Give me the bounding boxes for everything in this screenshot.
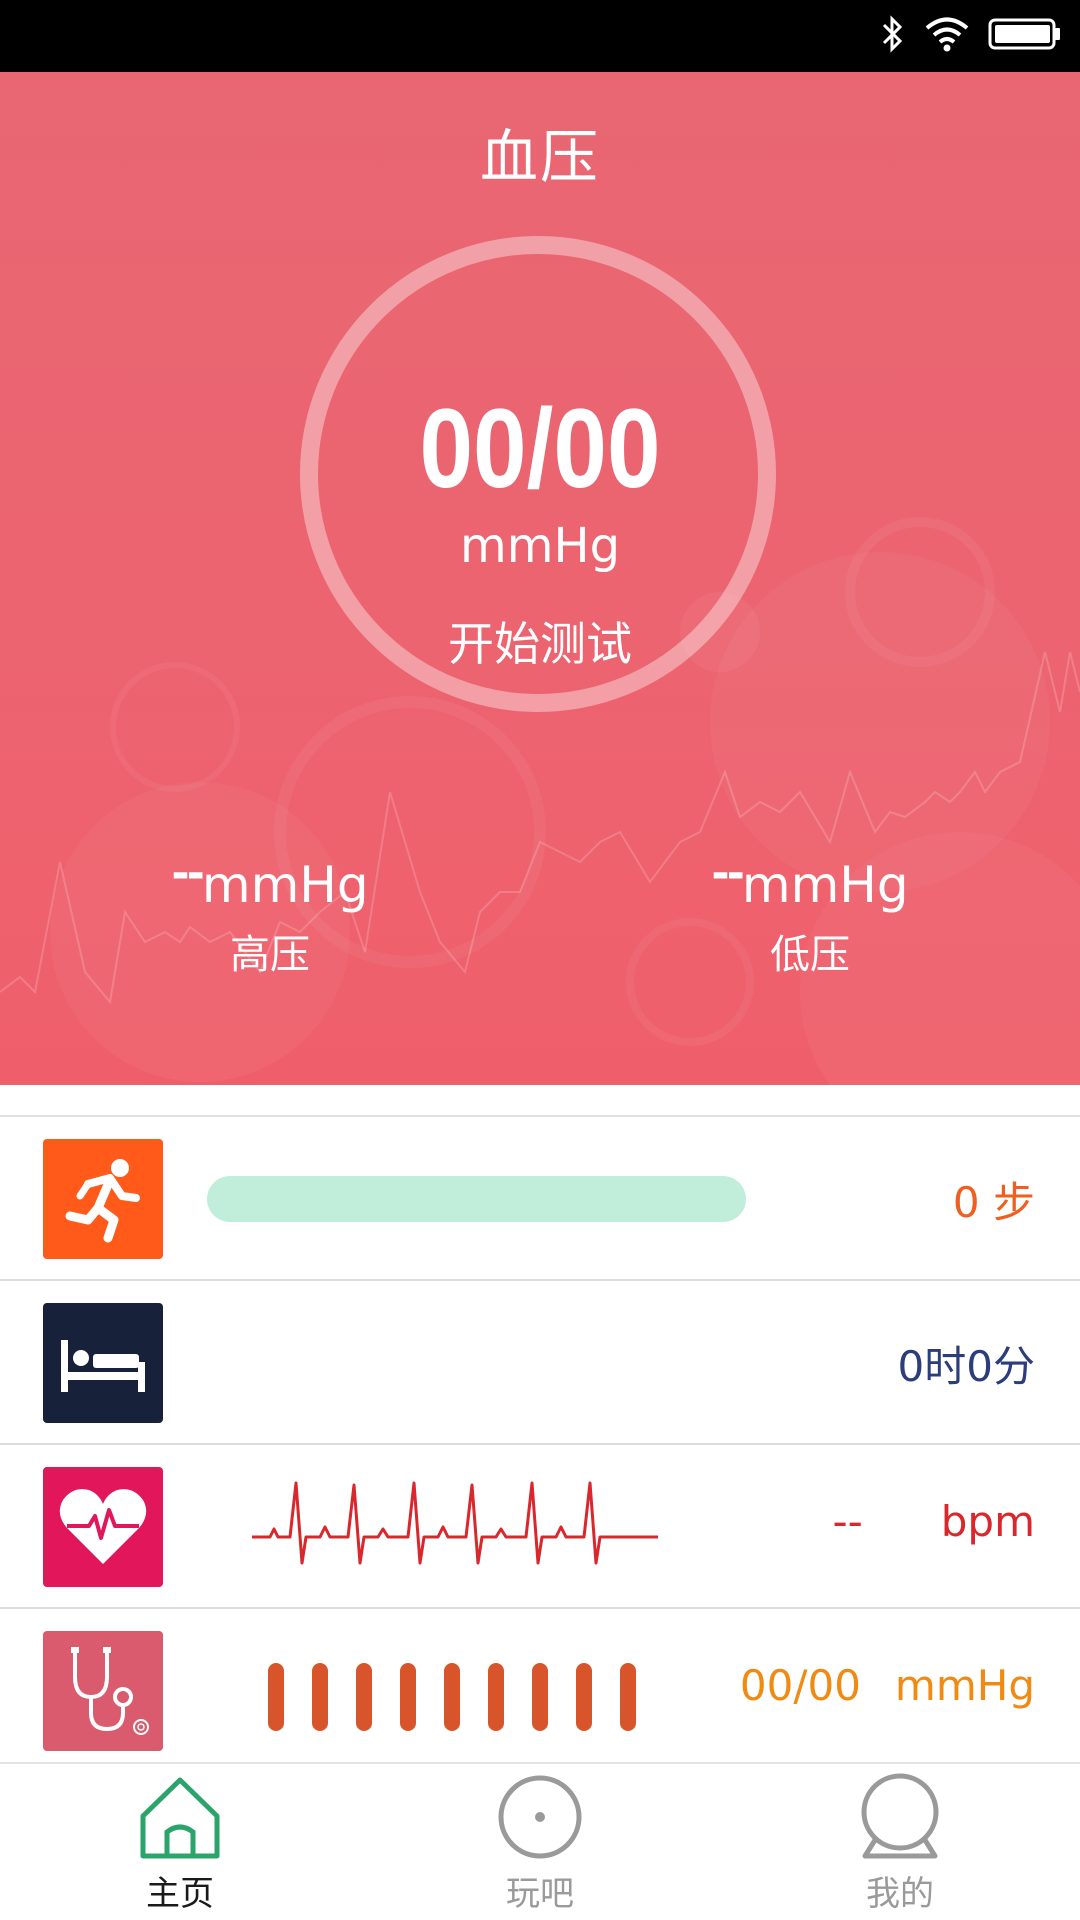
page-title: 血压 <box>479 123 600 191</box>
blood-pressure-row[interactable]: 00/00 mmHg <box>0 1609 1080 1773</box>
nav-label-me: 我的 <box>866 1874 934 1914</box>
circle-dot-icon <box>498 1775 582 1859</box>
sleep-row[interactable]: 0时0分 <box>0 1281 1080 1445</box>
nav-label-play: 玩吧 <box>506 1874 574 1914</box>
heart-rate-row[interactable]: -- bpm <box>0 1445 1080 1609</box>
heart-rate-unit: bpm <box>940 1497 1035 1546</box>
ecg-waveform <box>252 1481 658 1565</box>
pressure-value: 00/00 mmHg <box>740 1661 1035 1710</box>
blood-pressure-panel: 血压 00/00 mmHg 开始测试 --mmHg 高压 --mmHg 低压 <box>0 72 1080 1085</box>
systolic-unit: mmHg <box>201 856 369 914</box>
blood-pressure-value: 00/00 <box>419 386 661 511</box>
steps-progress-bar <box>207 1176 746 1222</box>
battery-icon <box>988 18 1060 50</box>
steps-row[interactable]: 0 步 <box>0 1117 1080 1281</box>
bed-icon <box>43 1303 163 1423</box>
diastolic-block: --mmHg 低压 <box>660 848 960 980</box>
systolic-label: 高压 <box>230 932 310 978</box>
bottom-nav: 主页 玩吧 我的 <box>0 1762 1080 1920</box>
heart-pulse-icon <box>43 1467 163 1587</box>
diastolic-dash: -- <box>711 848 744 899</box>
blood-pressure-unit: mmHg <box>459 518 621 574</box>
person-icon <box>861 1773 939 1859</box>
pressure-unit: mmHg <box>894 1661 1035 1710</box>
nav-item-me[interactable]: 我的 <box>790 1772 1010 1915</box>
nav-label-home: 主页 <box>146 1874 214 1914</box>
pressure-reading: 00/00 <box>739 1661 861 1710</box>
pressure-bars <box>268 1663 636 1731</box>
nav-item-play[interactable]: 玩吧 <box>430 1772 650 1915</box>
nav-item-home[interactable]: 主页 <box>70 1772 290 1915</box>
systolic-dash: -- <box>171 848 204 899</box>
diastolic-label: 低压 <box>770 932 850 978</box>
systolic-block: --mmHg 高压 <box>120 848 420 980</box>
systolic-value: --mmHg <box>120 848 420 914</box>
start-test-button[interactable]: 开始测试 <box>0 608 1080 674</box>
running-person-icon <box>43 1139 163 1259</box>
heart-rate-dash: -- <box>832 1497 863 1546</box>
diastolic-value: --mmHg <box>660 848 960 914</box>
diastolic-unit: mmHg <box>741 856 909 914</box>
stethoscope-icon <box>43 1631 163 1751</box>
wifi-icon <box>925 17 969 52</box>
sleep-value: 0时0分 <box>897 1342 1035 1391</box>
steps-value: 0 步 <box>952 1178 1035 1227</box>
home-icon <box>140 1777 220 1859</box>
status-icons <box>880 14 1062 54</box>
status-bar <box>0 0 1080 72</box>
bluetooth-icon <box>882 15 903 53</box>
heart-rate-value: -- bpm <box>832 1497 1035 1546</box>
